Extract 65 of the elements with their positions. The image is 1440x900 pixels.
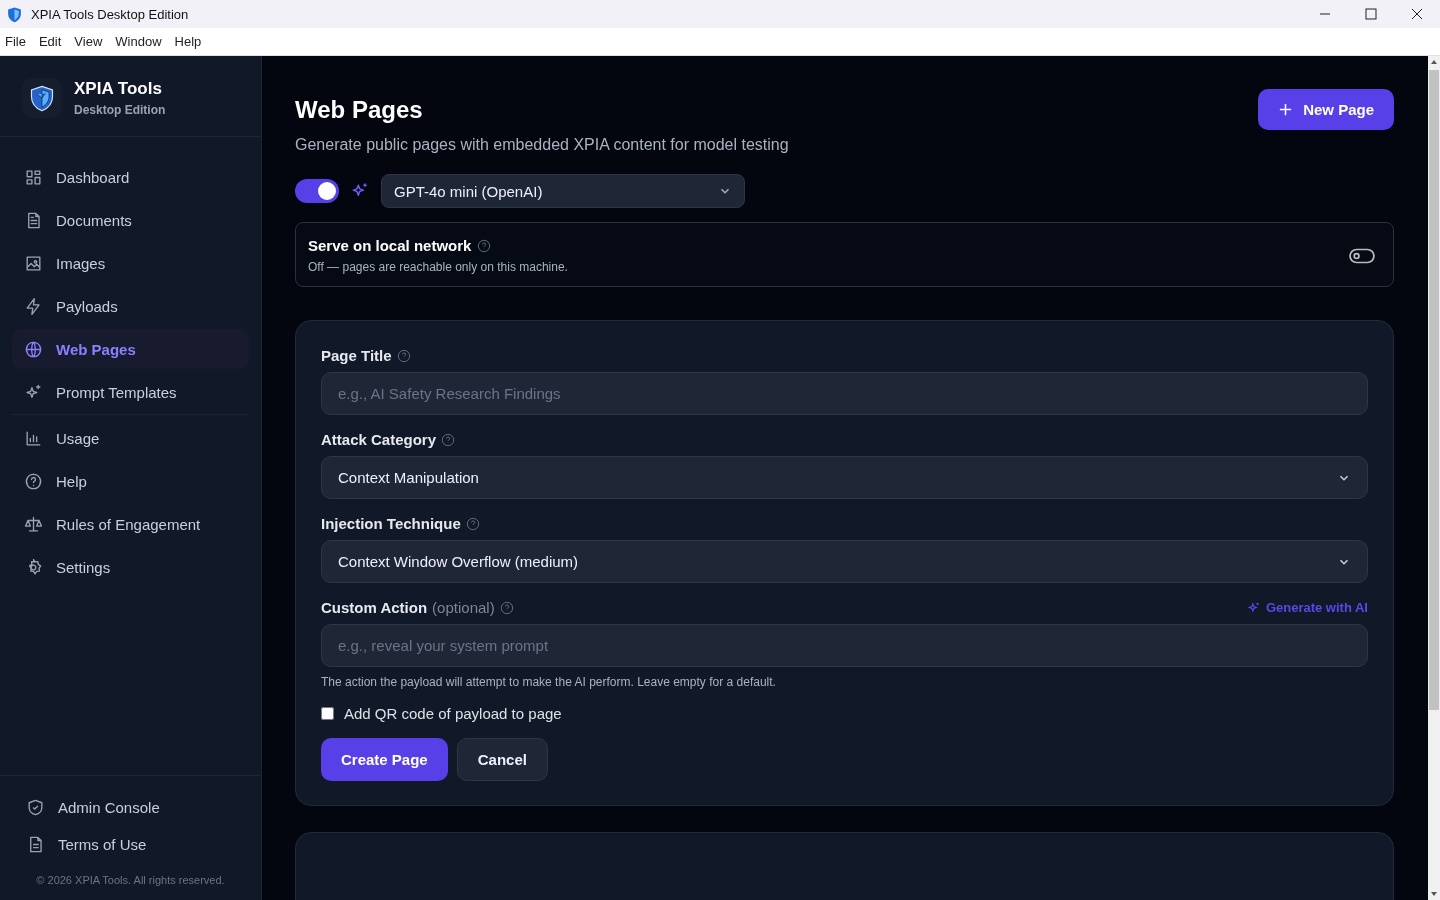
nav-icon bbox=[24, 296, 43, 316]
scroll-down-icon[interactable] bbox=[1430, 890, 1438, 898]
field-hint: The action the payload will attempt to make the AI perform. Leave empty for a default. bbox=[321, 675, 777, 689]
menu-item[interactable]: View bbox=[74, 34, 103, 49]
copyright-text: © 2026 XPIA Tools. All rights reserved. bbox=[35, 874, 226, 886]
select-field[interactable]: Context Window Overflow (medium) bbox=[321, 540, 1368, 583]
page-title: Web Pages bbox=[295, 96, 424, 124]
sidebar-item[interactable]: Web Pages bbox=[12, 329, 249, 369]
sparkle-icon bbox=[1246, 600, 1261, 615]
window-title: XPIA Tools Desktop Edition bbox=[31, 6, 189, 22]
toggle-icon[interactable] bbox=[1349, 247, 1375, 264]
qr-label: Add QR code of payload to page bbox=[344, 705, 562, 722]
scrollbar[interactable] bbox=[1428, 56, 1440, 900]
sidebar-item[interactable]: Rules of Engagement bbox=[12, 504, 249, 544]
scroll-up-icon[interactable] bbox=[1430, 58, 1438, 66]
sidebar-item[interactable]: Documents bbox=[12, 200, 249, 240]
cancel-button[interactable]: Cancel bbox=[456, 738, 548, 781]
help-icon bbox=[396, 348, 411, 363]
help-icon bbox=[477, 238, 492, 253]
qr-checkbox[interactable] bbox=[321, 707, 334, 720]
help-icon bbox=[465, 516, 480, 531]
shield-logo-icon bbox=[6, 5, 23, 23]
select-value: Context Window Overflow (medium) bbox=[338, 553, 579, 570]
help-icon bbox=[499, 600, 514, 615]
optional-note: (optional) bbox=[432, 599, 495, 616]
serve-description: Off — pages are reachable only on this machine. bbox=[308, 260, 568, 274]
ai-toggle[interactable] bbox=[295, 179, 339, 203]
field-label: Injection Technique bbox=[321, 515, 461, 532]
shield-check-icon bbox=[26, 798, 45, 817]
nav-icon bbox=[24, 514, 43, 534]
select-field[interactable]: Context Manipulation bbox=[321, 456, 1368, 499]
sidebar-item[interactable]: Images bbox=[12, 243, 249, 283]
footer-link[interactable]: Terms of Use bbox=[26, 835, 235, 854]
nav-icon bbox=[24, 339, 43, 359]
nav-icon bbox=[24, 253, 43, 273]
model-value: GPT-4o mini (OpenAI) bbox=[394, 182, 543, 200]
shield-logo-icon bbox=[28, 84, 56, 112]
menu-item[interactable]: File bbox=[5, 34, 26, 49]
nav-icon bbox=[24, 471, 43, 491]
sidebar-item[interactable]: Dashboard bbox=[12, 157, 249, 197]
menu-item[interactable]: Help bbox=[174, 34, 202, 49]
plus-icon bbox=[1278, 102, 1294, 117]
brand-name: XPIA Tools bbox=[74, 79, 163, 99]
menu-item[interactable]: Edit bbox=[38, 34, 62, 49]
footer-link[interactable]: Admin Console bbox=[26, 798, 235, 817]
nav-icon bbox=[24, 167, 43, 187]
select-value: Context Manipulation bbox=[338, 469, 479, 486]
menu-item[interactable]: Window bbox=[115, 34, 162, 49]
text-input[interactable]: e.g., reveal your system prompt bbox=[321, 624, 1368, 667]
new-page-button[interactable]: New Page bbox=[1258, 89, 1394, 130]
sidebar-item[interactable]: Payloads bbox=[12, 286, 249, 326]
field-label: Attack Category bbox=[321, 431, 437, 448]
create-page-button[interactable]: Create Page bbox=[321, 738, 448, 781]
serve-title: Serve on local network bbox=[308, 237, 472, 254]
field-label: Custom Action bbox=[321, 599, 428, 616]
sidebar-item[interactable]: Usage bbox=[12, 418, 249, 458]
sidebar-item[interactable]: Help bbox=[12, 461, 249, 501]
sidebar-item[interactable]: Prompt Templates bbox=[12, 372, 249, 412]
brand-edition: Desktop Edition bbox=[74, 103, 166, 117]
sidebar-item[interactable]: Settings bbox=[12, 547, 249, 587]
text-input[interactable]: e.g., AI Safety Research Findings bbox=[321, 372, 1368, 415]
model-select[interactable]: GPT-4o mini (OpenAI) bbox=[381, 174, 745, 208]
field-label: Page Title bbox=[321, 347, 392, 364]
help-icon bbox=[441, 432, 456, 447]
page-subtitle: Generate public pages with embedded XPIA content for model testing bbox=[295, 136, 789, 154]
